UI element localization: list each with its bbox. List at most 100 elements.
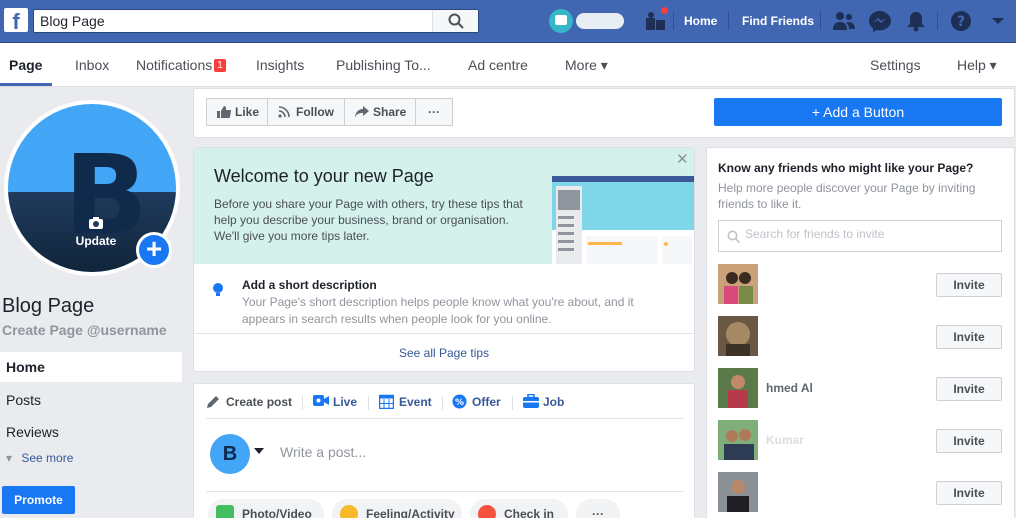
- friend-name[interactable]: Kumar: [766, 433, 804, 447]
- tab-help[interactable]: Help ▾: [957, 57, 997, 74]
- check-in-button[interactable]: Check in: [470, 499, 568, 518]
- follow-button[interactable]: Follow: [267, 98, 345, 126]
- post-author-avatar[interactable]: B: [210, 434, 250, 474]
- like-button[interactable]: Like: [206, 98, 268, 126]
- friend-photo[interactable]: [718, 420, 758, 460]
- divider: [302, 396, 303, 410]
- create-post-label: Create post: [226, 395, 293, 409]
- friend-photo[interactable]: [718, 264, 758, 304]
- account-menu-caret-icon[interactable]: [986, 10, 1010, 32]
- see-more-link[interactable]: ▾ See more: [6, 451, 73, 465]
- tab-publishing-tools[interactable]: Publishing To...: [336, 57, 431, 73]
- friend-row: Invite: [718, 316, 1004, 356]
- friend-requests-icon[interactable]: [832, 10, 856, 32]
- invite-button[interactable]: Invite: [936, 429, 1002, 453]
- invite-button[interactable]: Invite: [936, 481, 1002, 505]
- divider: [442, 396, 443, 410]
- divider: [820, 12, 821, 30]
- friend-search-input[interactable]: [745, 227, 995, 241]
- search-input[interactable]: [34, 10, 434, 32]
- divider: [206, 418, 684, 419]
- live-tab[interactable]: Live: [313, 395, 357, 409]
- sidebar-item-reviews[interactable]: Reviews: [0, 417, 182, 447]
- tip-text: Your Page's short description helps peop…: [242, 295, 634, 326]
- profile-name-blurred[interactable]: [576, 13, 624, 29]
- divider: [512, 396, 513, 410]
- like-label: Like: [235, 105, 260, 119]
- see-all-page-tips-link[interactable]: See all Page tips: [194, 346, 694, 360]
- profile-avatar[interactable]: [549, 9, 573, 33]
- search-button[interactable]: [432, 10, 478, 32]
- close-icon[interactable]: ✕: [676, 150, 689, 168]
- invite-button[interactable]: Invite: [936, 377, 1002, 401]
- create-username-link[interactable]: Create Page @username: [2, 322, 167, 338]
- search-icon: [448, 13, 464, 29]
- friend-photo[interactable]: [718, 316, 758, 356]
- feeling-activity-button[interactable]: Feeling/Activity: [332, 499, 462, 518]
- invite-friends-subtitle: Help more people discover your Page by i…: [718, 181, 976, 211]
- photo-icon: [216, 505, 234, 518]
- tip-short-description[interactable]: Add a short description Your Page's shor…: [194, 264, 694, 334]
- find-friends-link[interactable]: Find Friends: [742, 14, 814, 28]
- svg-text:?: ?: [957, 14, 965, 30]
- left-sidebar: B Update + Blog Page Create Page @userna…: [0, 88, 186, 518]
- tab-insights[interactable]: Insights: [256, 57, 304, 73]
- share-button[interactable]: Share: [344, 98, 416, 126]
- thumbs-up-icon: [217, 106, 231, 118]
- live-label: Live: [333, 395, 358, 409]
- top-navigation-bar: f Home Find Friends ?: [0, 0, 1016, 43]
- friend-row: Invite: [718, 264, 1004, 304]
- job-tab[interactable]: Job: [523, 394, 564, 409]
- tab-more[interactable]: More ▾: [565, 57, 608, 74]
- friend-search-box: [718, 220, 1002, 252]
- messenger-icon[interactable]: [868, 10, 892, 32]
- add-a-button[interactable]: + Add a Button: [714, 98, 1002, 126]
- invite-button[interactable]: Invite: [936, 325, 1002, 349]
- friend-row: Invite: [718, 472, 1004, 512]
- page-name: Blog Page: [2, 295, 95, 317]
- lightbulb-icon: [213, 283, 223, 296]
- offer-tab[interactable]: % Offer: [452, 394, 501, 409]
- sidebar-item-home[interactable]: Home: [0, 352, 182, 382]
- create-post-card: Create post Live Event % Offer Job B Wri…: [193, 383, 695, 518]
- photo-video-button[interactable]: Photo/Video: [208, 499, 324, 518]
- search-box: [33, 9, 479, 33]
- sidebar-item-posts[interactable]: Posts: [0, 385, 182, 415]
- invite-friends-card: Know any friends who might like your Pag…: [706, 147, 1015, 518]
- more-post-options-button[interactable]: ···: [576, 499, 620, 518]
- create-post-tab[interactable]: Create post: [206, 395, 292, 409]
- tab-ad-centre[interactable]: Ad centre: [468, 57, 528, 73]
- friend-photo[interactable]: [718, 472, 758, 512]
- event-tab[interactable]: Event: [379, 394, 432, 409]
- svg-text:%: %: [455, 398, 464, 408]
- notifications-bell-icon[interactable]: [904, 10, 928, 32]
- tab-notifications[interactable]: Notifications 1: [136, 57, 226, 73]
- notification-dot: [660, 6, 669, 15]
- share-label: Share: [373, 105, 407, 119]
- add-profile-picture-button[interactable]: +: [136, 232, 172, 268]
- help-icon[interactable]: ?: [949, 10, 973, 32]
- more-actions-button[interactable]: ···: [415, 98, 453, 126]
- home-link[interactable]: Home: [684, 14, 717, 28]
- job-label: Job: [543, 395, 565, 409]
- friend-row: hmed Al Invite: [718, 368, 1004, 408]
- invite-button[interactable]: Invite: [936, 273, 1002, 297]
- write-post-input[interactable]: Write a post...: [280, 444, 366, 460]
- chevron-down-icon: ▾: [6, 451, 13, 465]
- notifications-count-badge: 1: [214, 59, 226, 72]
- caret-down-icon[interactable]: [254, 448, 264, 454]
- friend-name[interactable]: hmed Al: [766, 381, 813, 395]
- location-pin-icon: [478, 505, 496, 518]
- tab-inbox[interactable]: Inbox: [75, 57, 109, 73]
- friend-photo[interactable]: [718, 368, 758, 408]
- invite-friends-title: Know any friends who might like your Pag…: [718, 161, 974, 175]
- page-preview-illustration: [552, 176, 694, 264]
- facebook-logo-icon[interactable]: f: [4, 8, 28, 32]
- feeling-activity-label: Feeling/Activity: [366, 507, 455, 518]
- promote-button[interactable]: Promote: [2, 486, 75, 514]
- tab-settings[interactable]: Settings: [870, 57, 921, 73]
- page-action-bar: Like Follow Share ··· + Add a Button: [193, 88, 1015, 138]
- divider: [368, 396, 369, 410]
- tab-page[interactable]: Page: [9, 57, 42, 73]
- welcome-text: Before you share your Page with others, …: [214, 197, 523, 243]
